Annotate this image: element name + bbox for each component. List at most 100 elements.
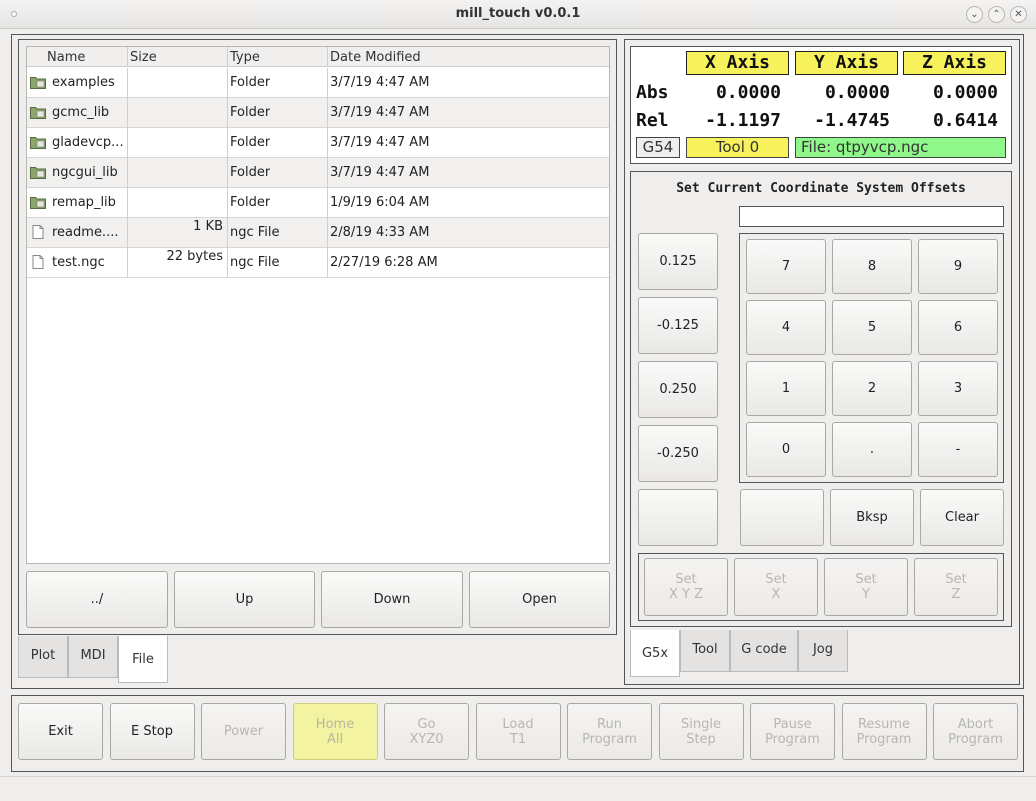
file-type: Folder	[230, 195, 271, 210]
action-button-sublabel: Program	[765, 731, 820, 747]
file-row[interactable]: gladevcp... Folder 3/7/19 4:47 AM	[27, 128, 609, 158]
action-button-sublabel: T1	[509, 731, 527, 747]
keypad-key[interactable]: .	[832, 422, 912, 477]
file-icon	[32, 225, 44, 239]
action-button-label: Power	[223, 724, 264, 739]
action-button[interactable]: Load T1	[475, 703, 561, 760]
action-button-label: Pause	[773, 716, 812, 732]
action-button-label: E Stop	[131, 724, 173, 739]
set-xyz-label-1: Set	[675, 572, 697, 587]
action-button[interactable]: Abort Program	[933, 703, 1018, 760]
action-button-label: Abort	[957, 716, 994, 732]
abs-x-value: 0.0000	[715, 82, 781, 103]
action-button[interactable]: Exit	[18, 703, 103, 760]
title-bar[interactable]: mill_touch v0.0.1 ⌄ ⌃ ✕	[0, 0, 1036, 29]
clear-button[interactable]: Clear	[920, 489, 1004, 546]
keypad-key[interactable]: 4	[746, 300, 826, 355]
down-button[interactable]: Down	[321, 571, 463, 628]
file-date: 1/9/19 6:04 AM	[330, 195, 430, 210]
tab-jog[interactable]: Jog	[798, 630, 848, 672]
file-row[interactable]: ngcgui_lib Folder 3/7/19 4:47 AM	[27, 158, 609, 188]
rel-y-value: -1.4745	[814, 110, 890, 131]
parent-dir-button[interactable]: ../	[26, 571, 168, 628]
keypad-key[interactable]: 7	[746, 239, 826, 294]
preset-neg-0250-button[interactable]: -0.250	[638, 425, 718, 482]
set-xyz-button[interactable]: Set X Y Z	[644, 558, 728, 616]
file-row[interactable]: gcmc_lib Folder 3/7/19 4:47 AM	[27, 98, 609, 128]
column-size[interactable]: Size	[130, 50, 157, 65]
action-button-label: Single	[681, 716, 721, 732]
file-row[interactable]: readme.... 1 KB ngc File 2/8/19 4:33 AM	[27, 218, 609, 248]
up-button[interactable]: Up	[174, 571, 315, 628]
backspace-button[interactable]: Bksp	[830, 489, 914, 546]
keypad-key[interactable]: 3	[918, 361, 998, 416]
keypad-key[interactable]: 1	[746, 361, 826, 416]
keypad-key[interactable]: 8	[832, 239, 912, 294]
file-table[interactable]: Name Size Type Date Modified examples Fol…	[26, 46, 610, 564]
action-button[interactable]: Resume Program	[841, 703, 927, 760]
file-name: gladevcp...	[52, 135, 124, 150]
folder-icon	[30, 137, 46, 149]
tab-tool[interactable]: Tool	[680, 630, 730, 672]
action-button[interactable]: Go XYZ0	[384, 703, 469, 760]
file-date: 2/8/19 4:33 AM	[330, 225, 430, 240]
preset-0125-button[interactable]: 0.125	[638, 233, 718, 290]
folder-icon	[30, 197, 46, 209]
file-label: File: qtpyvcp.ngc	[795, 137, 1006, 158]
tab-mdi[interactable]: MDI	[68, 636, 118, 678]
tab-plot[interactable]: Plot	[18, 636, 68, 678]
action-button[interactable]: Single Step	[658, 703, 744, 760]
keypad-key[interactable]: 0	[746, 422, 826, 477]
action-button[interactable]: E Stop	[109, 703, 195, 760]
keypad-key[interactable]: 2	[832, 361, 912, 416]
edit-blank-button[interactable]	[740, 489, 824, 546]
preset-blank-button[interactable]	[638, 489, 718, 546]
column-name[interactable]: Name	[47, 50, 85, 65]
keypad-key[interactable]: -	[918, 422, 998, 477]
rel-label: Rel	[636, 110, 669, 131]
action-button-sublabel: XYZ0	[409, 731, 444, 747]
set-y-label-2: Y	[862, 587, 870, 602]
action-button-sublabel: Program	[948, 731, 1003, 747]
set-x-label-2: X	[771, 587, 781, 602]
file-date: 3/7/19 4:47 AM	[330, 105, 430, 120]
column-date-modified[interactable]: Date Modified	[330, 50, 421, 65]
preset-neg-0125-button[interactable]: -0.125	[638, 297, 718, 354]
action-button-label: Go	[417, 716, 436, 732]
keypad-key[interactable]: 6	[918, 300, 998, 355]
rel-z-value: 0.6414	[932, 110, 998, 131]
folder-icon	[30, 77, 46, 89]
tab-gcode[interactable]: G code	[730, 630, 798, 672]
minimize-icon[interactable]: ⌄	[966, 6, 983, 23]
tool-label: Tool 0	[686, 137, 789, 158]
tab-file[interactable]: File	[118, 636, 168, 683]
abs-z-value: 0.0000	[932, 82, 998, 103]
set-z-button[interactable]: Set Z	[914, 558, 998, 616]
open-button[interactable]: Open	[469, 571, 610, 628]
preset-0250-button[interactable]: 0.250	[638, 361, 718, 418]
status-bar	[0, 776, 1036, 801]
close-icon[interactable]: ✕	[1010, 6, 1027, 23]
action-button[interactable]: Pause Program	[750, 703, 835, 760]
offset-entry[interactable]	[739, 206, 1004, 227]
file-row[interactable]: test.ngc 22 bytes ngc File 2/27/19 6:28 AM	[27, 248, 609, 278]
z-axis-header: Z Axis	[903, 51, 1006, 75]
file-row[interactable]: remap_lib Folder 1/9/19 6:04 AM	[27, 188, 609, 218]
maximize-icon[interactable]: ⌃	[988, 6, 1005, 23]
file-name: ngcgui_lib	[52, 165, 118, 180]
set-x-button[interactable]: Set X	[734, 558, 818, 616]
column-type[interactable]: Type	[230, 50, 260, 65]
file-type: Folder	[230, 105, 271, 120]
action-button[interactable]: Run Program	[567, 703, 652, 760]
set-y-button[interactable]: Set Y	[824, 558, 908, 616]
abs-label: Abs	[636, 82, 669, 103]
keypad-key[interactable]: 5	[832, 300, 912, 355]
keypad-key[interactable]: 9	[918, 239, 998, 294]
action-button-sublabel: Step	[686, 731, 716, 747]
file-row[interactable]: examples Folder 3/7/19 4:47 AM	[27, 68, 609, 98]
tab-g5x[interactable]: G5x	[630, 630, 680, 677]
file-size: 1 KB	[193, 219, 223, 234]
action-button[interactable]: Power	[201, 703, 286, 760]
action-button[interactable]: Home All	[292, 703, 378, 760]
file-type: Folder	[230, 135, 271, 150]
